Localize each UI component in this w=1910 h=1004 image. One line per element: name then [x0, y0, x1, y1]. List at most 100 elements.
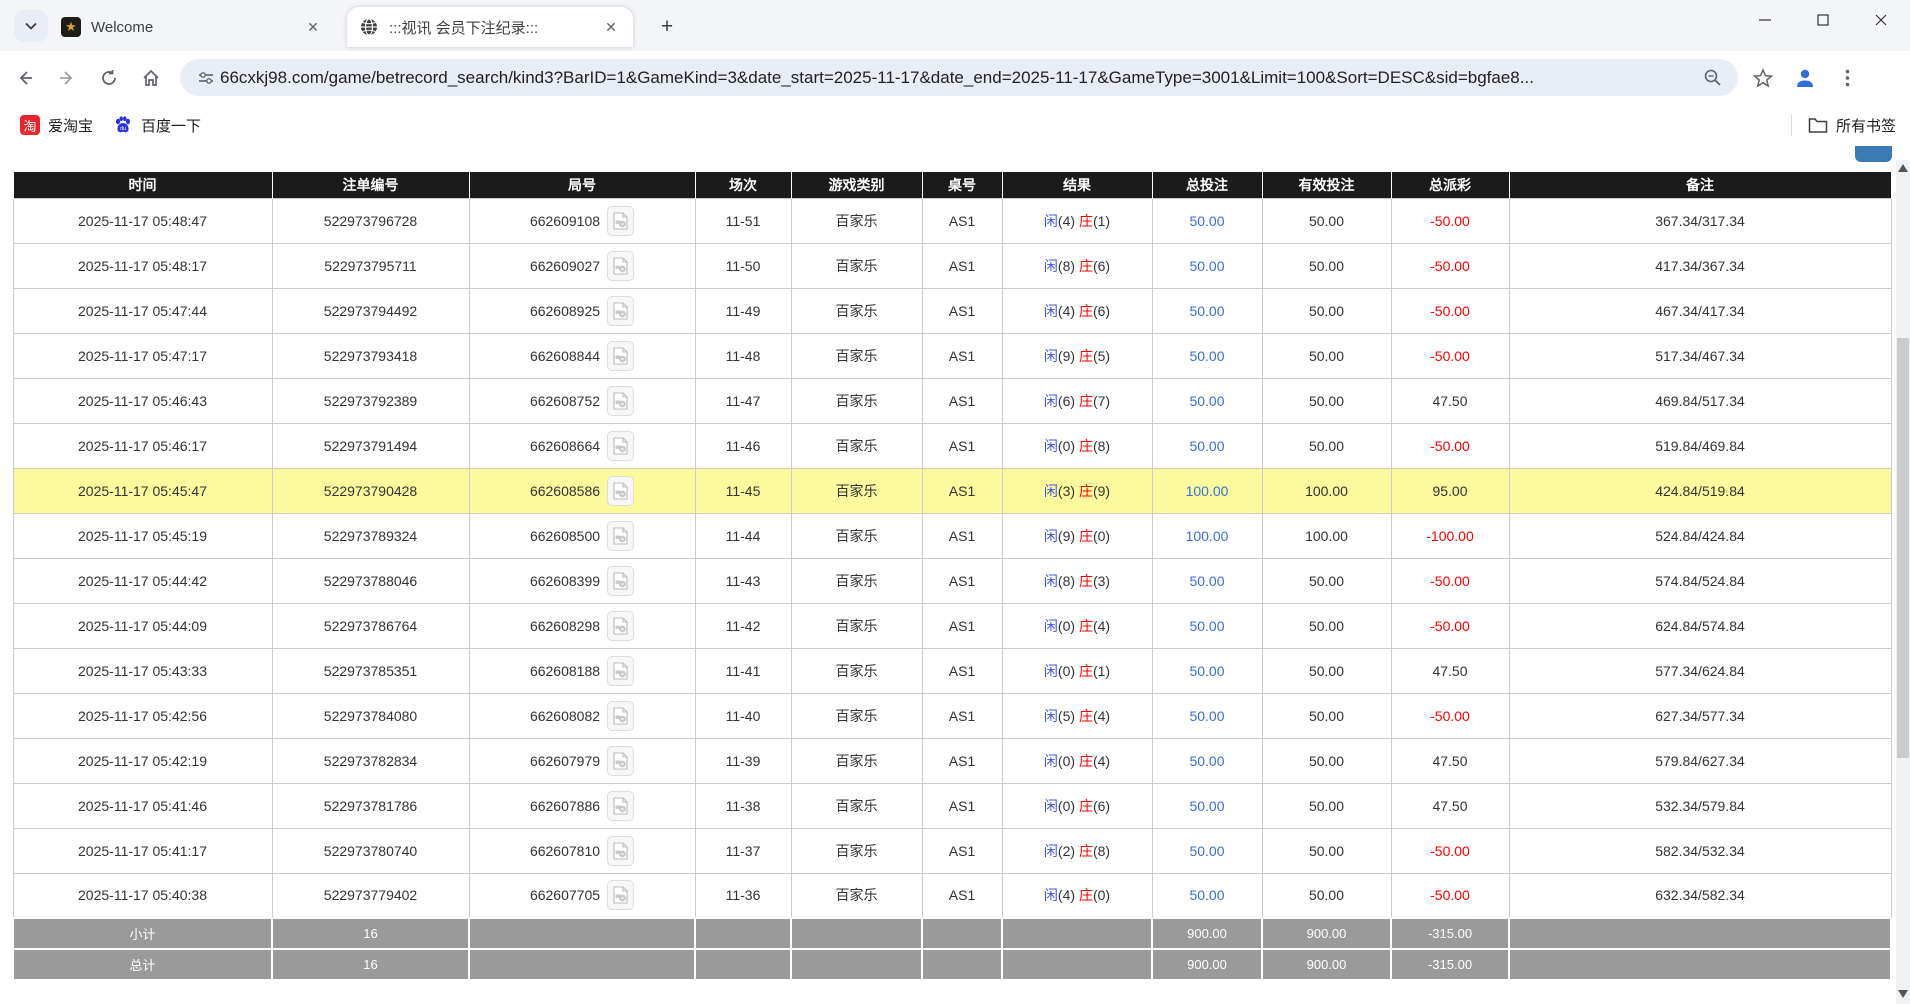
cell-remark: 624.84/574.84: [1509, 603, 1891, 648]
tab-search-button[interactable]: [14, 10, 48, 42]
cell-valid-bet: 50.00: [1262, 828, 1391, 873]
cell-game-type: 百家乐: [791, 423, 922, 468]
result-banker-score: (4): [1093, 618, 1110, 634]
table-row[interactable]: 2025-11-17 05:40:38 522973779402 6626077…: [13, 873, 1891, 918]
maximize-button[interactable]: [1794, 0, 1852, 40]
cell-total-bet[interactable]: 100.00: [1152, 513, 1262, 558]
new-tab-button[interactable]: +: [652, 12, 682, 42]
cell-total-bet[interactable]: 50.00: [1152, 738, 1262, 783]
video-replay-button[interactable]: [607, 791, 634, 821]
table-row[interactable]: 2025-11-17 05:44:09 522973786764 6626082…: [13, 603, 1891, 648]
cell-total-bet[interactable]: 50.00: [1152, 333, 1262, 378]
table-row[interactable]: 2025-11-17 05:42:56 522973784080 6626080…: [13, 693, 1891, 738]
cell-total-bet[interactable]: 50.00: [1152, 783, 1262, 828]
minimize-button[interactable]: [1736, 0, 1794, 40]
result-banker-score: (6): [1093, 258, 1110, 274]
table-row[interactable]: 2025-11-17 05:48:17 522973795711 6626090…: [13, 243, 1891, 288]
cell-total-bet[interactable]: 50.00: [1152, 648, 1262, 693]
scrollbar-thumb[interactable]: [1897, 338, 1909, 758]
home-button[interactable]: [134, 61, 168, 95]
cell-bet-id: 522973779402: [272, 873, 469, 918]
table-row[interactable]: 2025-11-17 05:46:43 522973792389 6626087…: [13, 378, 1891, 423]
table-row[interactable]: 2025-11-17 05:45:47 522973790428 6626085…: [13, 468, 1891, 513]
video-replay-button[interactable]: [607, 296, 634, 326]
url-bar[interactable]: 66cxkj98.com/game/betrecord_search/kind3…: [180, 59, 1738, 96]
video-replay-button[interactable]: [607, 251, 634, 281]
table-row[interactable]: 2025-11-17 05:47:17 522973793418 6626088…: [13, 333, 1891, 378]
table-row[interactable]: 2025-11-17 05:41:46 522973781786 6626078…: [13, 783, 1891, 828]
bookmark-star-icon[interactable]: [1746, 61, 1780, 95]
table-row[interactable]: 2025-11-17 05:42:19 522973782834 6626079…: [13, 738, 1891, 783]
url-text[interactable]: 66cxkj98.com/game/betrecord_search/kind3…: [220, 68, 1698, 88]
bookmark-taobao[interactable]: 淘 爱淘宝: [20, 115, 93, 136]
tab-welcome[interactable]: ★ Welcome ✕: [49, 7, 335, 47]
profile-avatar[interactable]: [1788, 61, 1822, 95]
table-row[interactable]: 2025-11-17 05:46:17 522973791494 6626086…: [13, 423, 1891, 468]
result-banker-score: (8): [1093, 843, 1110, 859]
video-replay-button[interactable]: [607, 476, 634, 506]
cell-total-bet[interactable]: 50.00: [1152, 423, 1262, 468]
cell-total-bet[interactable]: 50.00: [1152, 288, 1262, 333]
video-replay-button[interactable]: [607, 431, 634, 461]
site-settings-icon[interactable]: [192, 64, 220, 92]
page-scrollbar[interactable]: [1896, 160, 1910, 1004]
video-replay-button[interactable]: [607, 206, 634, 236]
cell-total-bet[interactable]: 100.00: [1152, 468, 1262, 513]
video-replay-button[interactable]: [607, 836, 634, 866]
video-replay-button[interactable]: [607, 656, 634, 686]
empty-cell: [922, 918, 1002, 949]
table-row[interactable]: 2025-11-17 05:48:47 522973796728 6626091…: [13, 198, 1891, 243]
back-button[interactable]: [8, 61, 42, 95]
cell-total-bet[interactable]: 50.00: [1152, 603, 1262, 648]
forward-button[interactable]: [50, 61, 84, 95]
table-row[interactable]: 2025-11-17 05:45:19 522973789324 6626085…: [13, 513, 1891, 558]
cell-remark: 627.34/577.34: [1509, 693, 1891, 738]
video-replay-button[interactable]: [607, 746, 634, 776]
close-button[interactable]: [1852, 0, 1910, 40]
video-replay-button[interactable]: [607, 611, 634, 641]
cell-remark: 524.84/424.84: [1509, 513, 1891, 558]
bookmark-baidu[interactable]: du 百度一下: [113, 115, 201, 136]
page-blue-button[interactable]: [1855, 146, 1892, 162]
cell-remark: 532.34/579.84: [1509, 783, 1891, 828]
cell-bet-id: 522973784080: [272, 693, 469, 738]
cell-bet-id: 522973790428: [272, 468, 469, 513]
scroll-down-icon[interactable]: [1898, 990, 1908, 998]
menu-kebab-icon[interactable]: [1830, 61, 1864, 95]
cell-table-no: AS1: [922, 243, 1002, 288]
cell-valid-bet: 50.00: [1262, 783, 1391, 828]
video-replay-button[interactable]: [607, 880, 634, 910]
cell-total-bet[interactable]: 50.00: [1152, 873, 1262, 918]
cell-total-bet[interactable]: 50.00: [1152, 198, 1262, 243]
tab-close-icon[interactable]: ✕: [303, 17, 323, 37]
reload-button[interactable]: [92, 61, 126, 95]
cell-total-bet[interactable]: 50.00: [1152, 243, 1262, 288]
table-row[interactable]: 2025-11-17 05:41:17 522973780740 6626078…: [13, 828, 1891, 873]
video-replay-button[interactable]: [607, 521, 634, 551]
scroll-up-icon[interactable]: [1898, 164, 1908, 172]
video-replay-button[interactable]: [607, 386, 634, 416]
video-replay-button[interactable]: [607, 341, 634, 371]
result-player-label: 闲: [1044, 618, 1058, 634]
column-header: 游戏类别: [791, 172, 922, 198]
cell-session: 11-51: [695, 198, 791, 243]
total-payout: -315.00: [1391, 949, 1509, 980]
table-row[interactable]: 2025-11-17 05:47:44 522973794492 6626089…: [13, 288, 1891, 333]
welcome-favicon-icon: ★: [61, 17, 81, 37]
table-row[interactable]: 2025-11-17 05:44:42 522973788046 6626083…: [13, 558, 1891, 603]
cell-total-bet[interactable]: 50.00: [1152, 693, 1262, 738]
tab-bet-records[interactable]: :::视讯 会员下注纪录::: ✕: [347, 7, 633, 47]
video-replay-button[interactable]: [607, 701, 634, 731]
cell-time: 2025-11-17 05:44:09: [13, 603, 272, 648]
cell-total-bet[interactable]: 50.00: [1152, 378, 1262, 423]
cell-total-bet[interactable]: 50.00: [1152, 558, 1262, 603]
tab-close-icon[interactable]: ✕: [601, 17, 621, 37]
zoom-icon[interactable]: [1698, 64, 1726, 92]
cell-total-bet[interactable]: 50.00: [1152, 828, 1262, 873]
cell-payout: -50.00: [1391, 603, 1509, 648]
cell-table-no: AS1: [922, 423, 1002, 468]
cell-bet-id: 522973789324: [272, 513, 469, 558]
video-replay-button[interactable]: [607, 566, 634, 596]
all-bookmarks-button[interactable]: 所有书签: [1791, 104, 1896, 146]
table-row[interactable]: 2025-11-17 05:43:33 522973785351 6626081…: [13, 648, 1891, 693]
